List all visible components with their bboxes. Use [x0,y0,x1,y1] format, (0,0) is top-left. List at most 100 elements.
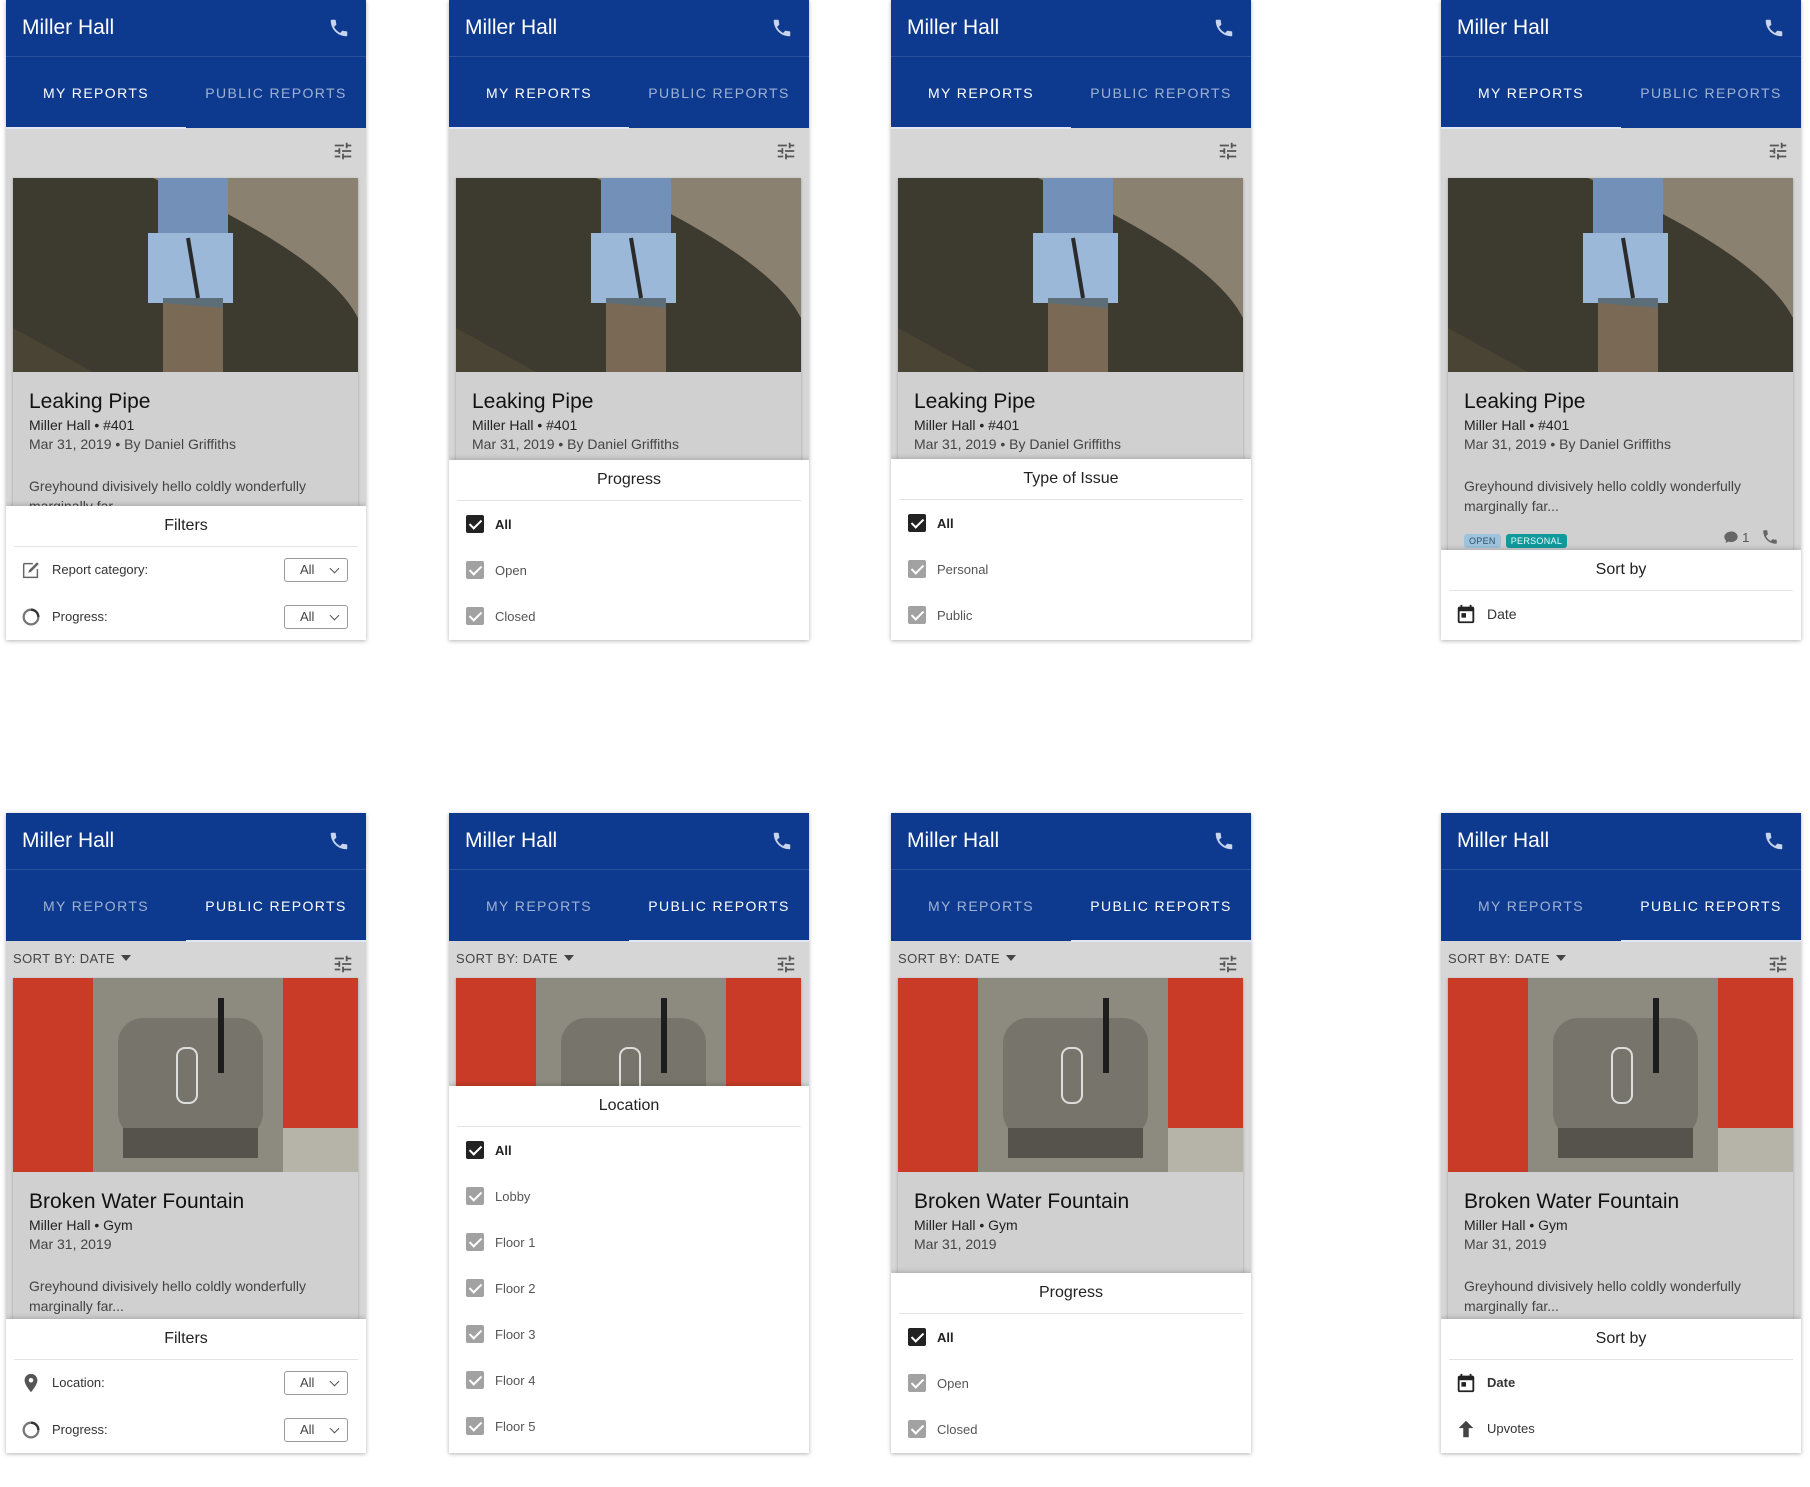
phone-icon[interactable] [1763,17,1785,39]
report-category-select[interactable]: All [284,558,348,582]
checkbox[interactable] [466,515,484,533]
checkbox[interactable] [908,1420,926,1438]
checkbox[interactable] [466,1417,484,1435]
tab-my-reports[interactable]: MY REPORTS [1441,870,1621,942]
checkbox[interactable] [908,1328,926,1346]
option-floor-3[interactable]: Floor 3 [449,1311,809,1357]
tab-public-reports[interactable]: PUBLIC REPORTS [186,870,366,942]
option-personal[interactable]: Personal [891,546,1251,592]
sheet-title: Type of Issue [899,459,1243,500]
checkbox[interactable] [908,560,926,578]
chevron-down-icon [329,563,340,574]
tab-public-reports[interactable]: PUBLIC REPORTS [1621,870,1801,942]
option-all[interactable]: All [891,500,1251,546]
sort-option-date[interactable]: Date [1441,1360,1801,1406]
filter-label: Report category: [52,562,149,577]
filter-progress: Progress: All [6,1407,366,1453]
option-floor-2[interactable]: Floor 2 [449,1265,809,1311]
tab-my-reports[interactable]: MY REPORTS [6,870,186,942]
tab-public-reports[interactable]: PUBLIC REPORTS [186,57,366,129]
phone-icon[interactable] [1763,830,1785,852]
checkbox[interactable] [466,561,484,579]
phone-icon[interactable] [1213,17,1235,39]
report-photo [1448,978,1793,1172]
option-label: Floor 2 [495,1281,536,1296]
progress-icon [20,1419,42,1441]
location-select[interactable]: All [284,1371,348,1395]
tab-public-reports[interactable]: PUBLIC REPORTS [1071,57,1251,129]
caret-down-icon [564,955,575,961]
checkbox[interactable] [908,1374,926,1392]
tab-my-reports[interactable]: MY REPORTS [1441,57,1621,129]
sheet-title: Filters [14,506,358,547]
report-photo [898,978,1243,1172]
report-photo [13,978,358,1172]
tune-icon[interactable] [1767,140,1789,162]
tune-icon[interactable] [332,953,354,975]
tune-icon[interactable] [1217,140,1239,162]
option-lobby[interactable]: Lobby [449,1173,809,1219]
chevron-down-icon [329,1423,340,1434]
app-bar: Miller Hall [6,813,366,869]
option-all[interactable]: All [891,1314,1251,1360]
status-badge-personal: PERSONAL [1505,534,1568,548]
phone-icon[interactable] [771,17,793,39]
app-title: Miller Hall [465,16,558,39]
checkbox[interactable] [466,1187,484,1205]
sort-dropdown[interactable]: SORT BY: DATE [456,951,575,966]
select-value: All [300,1422,315,1437]
option-open[interactable]: Open [891,1360,1251,1406]
caret-down-icon [121,955,132,961]
sort-option-upvotes[interactable]: Upvotes [1441,1406,1801,1452]
sort-dropdown[interactable]: SORT BY: DATE [898,951,1017,966]
checkbox[interactable] [466,1141,484,1159]
tune-icon[interactable] [1767,953,1789,975]
option-all[interactable]: All [449,501,809,547]
option-floor-5[interactable]: Floor 5 [449,1403,809,1449]
phone-icon[interactable] [1213,830,1235,852]
phone-icon[interactable] [771,830,793,852]
tune-icon[interactable] [775,953,797,975]
sort-dropdown[interactable]: SORT BY: DATE [1448,951,1567,966]
checkbox[interactable] [466,1233,484,1251]
status-chips: OPEN PERSONAL [1464,531,1572,549]
tab-public-reports[interactable]: PUBLIC REPORTS [629,57,809,129]
phone-icon[interactable] [1761,528,1779,546]
tab-public-reports[interactable]: PUBLIC REPORTS [1071,870,1251,942]
phone-icon[interactable] [328,17,350,39]
checkbox[interactable] [466,1325,484,1343]
tab-my-reports[interactable]: MY REPORTS [449,57,629,129]
sort-dropdown[interactable]: SORT BY: DATE [13,951,132,966]
comment-icon[interactable] [1723,529,1739,545]
comment-count: 1 [1742,530,1750,545]
option-floor-1[interactable]: Floor 1 [449,1219,809,1265]
sort-option-date[interactable]: Date [1441,591,1801,637]
option-closed[interactable]: Closed [891,1406,1251,1452]
tab-my-reports[interactable]: MY REPORTS [6,57,186,129]
tab-my-reports[interactable]: MY REPORTS [891,57,1071,129]
checkbox[interactable] [466,1371,484,1389]
tab-public-reports[interactable]: PUBLIC REPORTS [629,870,809,942]
tune-icon[interactable] [775,140,797,162]
checkbox[interactable] [908,606,926,624]
option-all[interactable]: All [449,1127,809,1173]
tab-my-reports[interactable]: MY REPORTS [449,870,629,942]
app-title: Miller Hall [1457,16,1550,39]
tune-icon[interactable] [1217,953,1239,975]
checkbox[interactable] [466,607,484,625]
checkbox[interactable] [466,1279,484,1297]
option-open[interactable]: Open [449,547,809,593]
option-public[interactable]: Public [891,592,1251,638]
tab-public-reports[interactable]: PUBLIC REPORTS [1621,57,1801,129]
location-sheet: Location All Lobby Floor 1 Floor 2 Floor… [449,1086,809,1453]
option-label: All [495,517,512,532]
tab-my-reports[interactable]: MY REPORTS [891,870,1071,942]
filters-sheet: Filters Location: All Progress: All [6,1319,366,1453]
option-floor-4[interactable]: Floor 4 [449,1357,809,1403]
option-closed[interactable]: Closed [449,593,809,639]
checkbox[interactable] [908,514,926,532]
phone-icon[interactable] [328,830,350,852]
progress-select[interactable]: All [284,1418,348,1442]
tune-icon[interactable] [332,140,354,162]
progress-select[interactable]: All [284,605,348,629]
